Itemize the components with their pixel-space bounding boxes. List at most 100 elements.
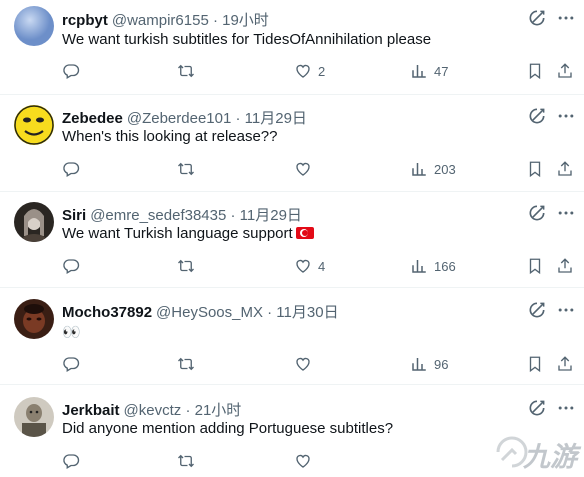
avatar[interactable]: [14, 105, 54, 145]
like-button[interactable]: 2: [294, 61, 325, 81]
share-icon: [556, 160, 574, 178]
avatar[interactable]: [14, 202, 54, 242]
heart-icon: [294, 355, 312, 373]
like-button[interactable]: [294, 159, 312, 179]
more-icon[interactable]: [556, 8, 576, 28]
bookmark-icon: [526, 257, 544, 275]
retweet-button[interactable]: [177, 354, 195, 374]
tweet-header: Siri @emre_sedef38435 · 11月29日: [62, 204, 302, 225]
retweet-button[interactable]: [177, 256, 195, 276]
retweet-icon: [177, 160, 195, 178]
more-icon[interactable]: [556, 398, 576, 418]
author-name[interactable]: Siri: [62, 207, 86, 224]
grok-icon[interactable]: [527, 203, 547, 223]
avatar[interactable]: [14, 299, 54, 339]
reply-button[interactable]: [62, 256, 80, 276]
turkey-flag-icon: [295, 227, 314, 239]
like-button[interactable]: [294, 354, 312, 374]
views-count: 47: [434, 63, 449, 79]
retweet-icon: [177, 62, 195, 80]
avatar[interactable]: [14, 6, 54, 46]
tweet-header: Mocho37892 @HeySoos_MX · 11月30日: [62, 301, 339, 322]
tweet-header: Jerkbait @kevctz · 21小时: [62, 399, 241, 420]
tweet-header: rcpbyt @wampir6155 · 19小时: [62, 9, 269, 30]
views-icon: [410, 62, 428, 80]
views-count: 166: [434, 258, 456, 274]
views-button[interactable]: 47: [410, 61, 448, 81]
reply-icon: [62, 355, 80, 373]
share-button[interactable]: [556, 256, 574, 276]
tweet-header: Zebedee @Zeberdee101 · 11月29日: [62, 107, 307, 128]
reply-icon: [62, 452, 80, 470]
author-handle-time[interactable]: @emre_sedef38435 · 11月29日: [90, 207, 302, 224]
grok-icon[interactable]: [527, 106, 547, 126]
tweet[interactable]: rcpbyt @wampir6155 · 19小时 We want turkish…: [0, 0, 584, 95]
views-count: 203: [434, 161, 456, 177]
bookmark-icon: [526, 160, 544, 178]
reply-button[interactable]: [62, 61, 80, 81]
tweet[interactable]: Zebedee @Zeberdee101 · 11月29日 When's this…: [0, 95, 584, 192]
views-button[interactable]: 96: [410, 354, 448, 374]
tweet[interactable]: Mocho37892 @HeySoos_MX · 11月30日 👀 96: [0, 288, 584, 385]
grok-icon[interactable]: [527, 8, 547, 28]
watermark-text: 九游: [523, 442, 577, 472]
share-icon: [556, 62, 574, 80]
tweet[interactable]: Siri @emre_sedef38435 · 11月29日 We want Tu…: [0, 192, 584, 288]
reply-icon: [62, 160, 80, 178]
author-handle-time[interactable]: @HeySoos_MX · 11月30日: [156, 304, 339, 321]
more-icon[interactable]: [556, 203, 576, 223]
tweet-text: When's this looking at release??: [62, 128, 278, 145]
author-name[interactable]: rcpbyt: [62, 12, 108, 29]
heart-icon: [294, 257, 312, 275]
bookmark-button[interactable]: [526, 61, 544, 81]
reply-icon: [62, 257, 80, 275]
share-button[interactable]: [556, 159, 574, 179]
reply-button[interactable]: [62, 451, 80, 471]
grok-icon[interactable]: [527, 300, 547, 320]
share-button[interactable]: [556, 354, 574, 374]
share-icon: [556, 355, 574, 373]
author-handle-time[interactable]: @kevctz · 21小时: [124, 402, 242, 419]
tweet-text: 👀: [62, 324, 81, 341]
retweet-icon: [177, 355, 195, 373]
reply-icon: [62, 62, 80, 80]
author-name[interactable]: Jerkbait: [62, 402, 120, 419]
author-handle-time[interactable]: @Zeberdee101 · 11月29日: [127, 110, 307, 127]
author-handle-time[interactable]: @wampir6155 · 19小时: [112, 12, 269, 29]
avatar[interactable]: [14, 397, 54, 437]
author-name[interactable]: Mocho37892: [62, 304, 152, 321]
reply-button[interactable]: [62, 159, 80, 179]
bookmark-button[interactable]: [526, 354, 544, 374]
tweet-text-content: We want Turkish language support: [62, 225, 293, 242]
views-count: 96: [434, 356, 449, 372]
views-icon: [410, 257, 428, 275]
like-button[interactable]: [294, 451, 312, 471]
grok-icon[interactable]: [527, 398, 547, 418]
bookmark-button[interactable]: [526, 159, 544, 179]
share-icon: [556, 257, 574, 275]
tweet-text: We want turkish subtitles for TidesOfAnn…: [62, 31, 432, 48]
bookmark-button[interactable]: [526, 256, 544, 276]
more-icon[interactable]: [556, 300, 576, 320]
views-button[interactable]: 203: [410, 159, 456, 179]
like-button[interactable]: 4: [294, 256, 325, 276]
retweet-icon: [177, 452, 195, 470]
more-icon[interactable]: [556, 106, 576, 126]
retweet-button[interactable]: [177, 61, 195, 81]
share-button[interactable]: [556, 61, 574, 81]
reply-button[interactable]: [62, 354, 80, 374]
views-button[interactable]: 166: [410, 256, 456, 276]
heart-icon: [294, 452, 312, 470]
retweet-button[interactable]: [177, 451, 195, 471]
views-icon: [410, 160, 428, 178]
tweet-text: We want Turkish language support: [62, 225, 314, 242]
tweet-text: Did anyone mention adding Portuguese sub…: [62, 420, 394, 437]
views-icon: [410, 355, 428, 373]
retweet-icon: [177, 257, 195, 275]
heart-icon: [294, 160, 312, 178]
like-count: 4: [318, 258, 326, 274]
retweet-button[interactable]: [177, 159, 195, 179]
author-name[interactable]: Zebedee: [62, 110, 123, 127]
heart-icon: [294, 62, 312, 80]
bookmark-icon: [526, 62, 544, 80]
